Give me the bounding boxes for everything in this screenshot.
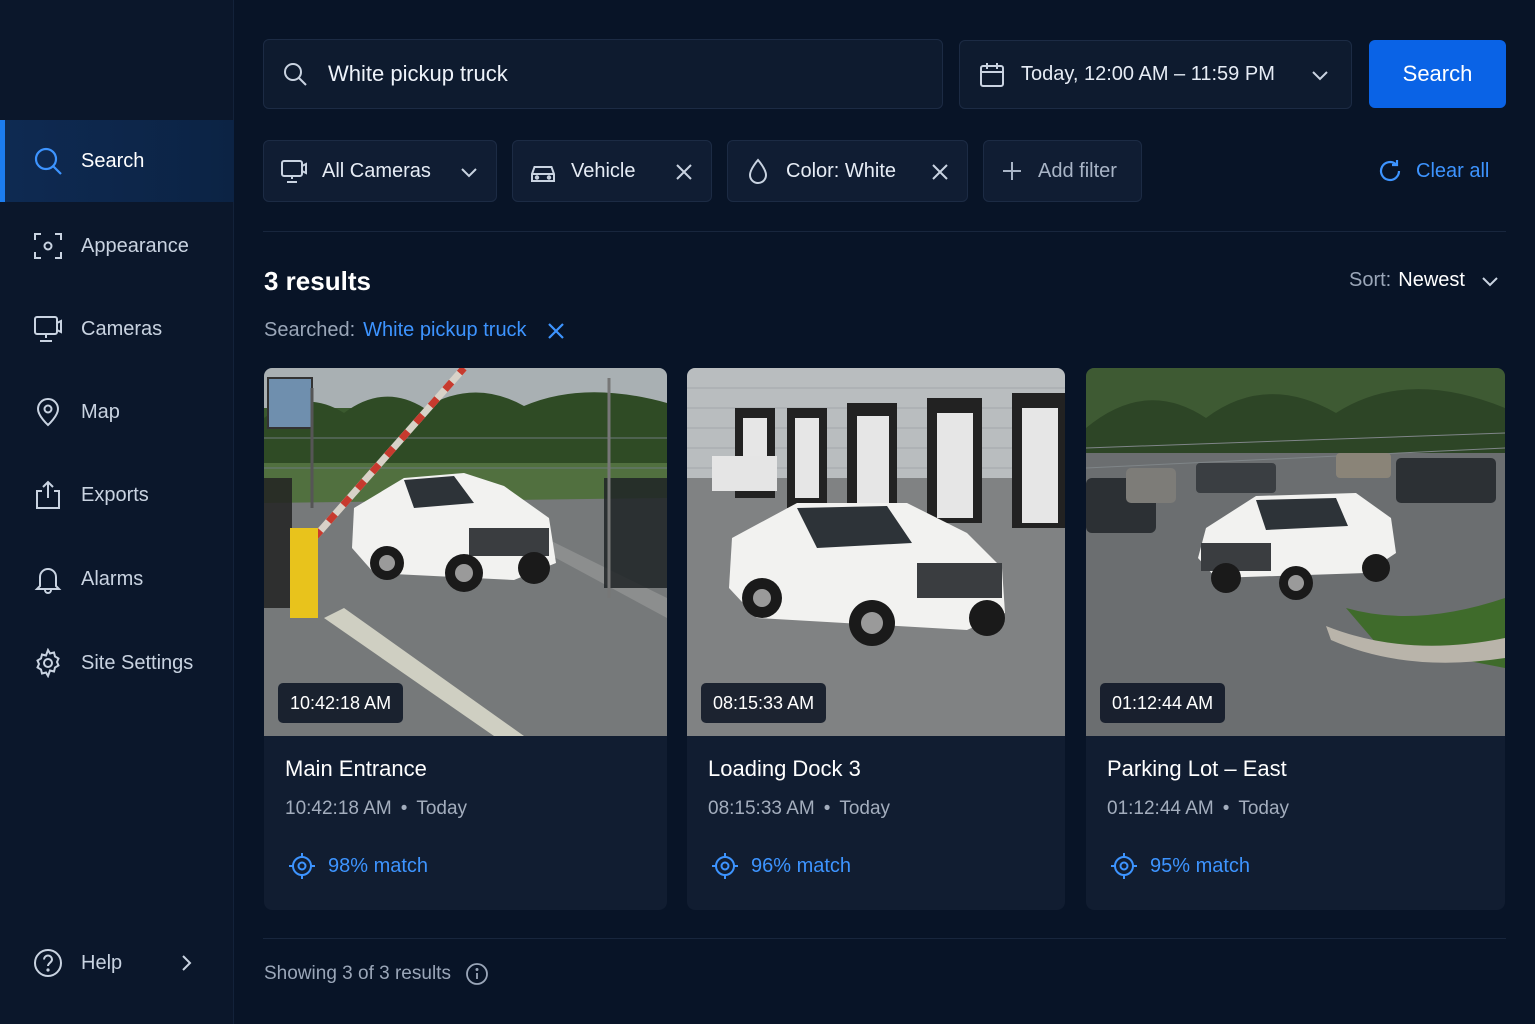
- target-icon: [289, 853, 315, 879]
- close-icon[interactable]: [545, 320, 567, 342]
- timestamp-badge: 10:42:18 AM: [278, 683, 404, 723]
- cameras-filter-dropdown[interactable]: All Cameras: [263, 140, 497, 202]
- bell-icon: [32, 563, 64, 595]
- sidebar-item-site-settings[interactable]: Site Settings: [0, 622, 234, 704]
- clear-all-button[interactable]: Clear all: [1376, 155, 1489, 187]
- calendar-icon: [980, 62, 1004, 87]
- separator-dot: •: [823, 798, 831, 819]
- result-card[interactable]: 10:42:18 AM Main Entrance 10:42:18 AM • To…: [264, 368, 667, 910]
- sidebar-item-label: Alarms: [81, 567, 144, 590]
- results-footer: Showing 3 of 3 results: [264, 962, 489, 986]
- match-label: 96% match: [751, 854, 852, 877]
- result-day: Today: [839, 798, 891, 819]
- separator-dot: •: [400, 798, 408, 819]
- help-icon: [32, 947, 64, 979]
- add-filter-label: Add filter: [1038, 159, 1117, 182]
- result-time: 10:42:18 AM: [285, 798, 392, 819]
- result-card[interactable]: 08:15:33 AM Loading Dock 3 08:15:33 AM • T…: [687, 368, 1065, 910]
- date-range-label: Today, 12:00 AM – 11:59 PM: [1021, 63, 1275, 85]
- plus-icon: [1003, 162, 1021, 180]
- result-thumbnail[interactable]: 08:15:33 AM: [687, 368, 1065, 736]
- match-score: 95% match: [1110, 852, 1250, 880]
- export-icon: [32, 479, 64, 511]
- sidebar-item-alarms[interactable]: Alarms: [0, 538, 234, 620]
- sort-dropdown[interactable]: Sort: Newest: [1349, 269, 1501, 292]
- sidebar-item-label: Exports: [81, 483, 149, 506]
- close-icon[interactable]: [929, 161, 951, 183]
- result-camera-name: Parking Lot – East: [1107, 756, 1287, 781]
- timestamp-badge: 01:12:44 AM: [1100, 683, 1226, 723]
- clear-all-label: Clear all: [1416, 159, 1490, 182]
- searched-query[interactable]: White pickup truck: [363, 319, 526, 342]
- camera-icon: [32, 313, 64, 345]
- target-icon: [712, 853, 738, 879]
- vehicle-filter-chip[interactable]: Vehicle: [512, 140, 712, 202]
- search-icon: [284, 63, 307, 86]
- sidebar-item-label: Help: [81, 951, 123, 974]
- chevron-right-icon: [182, 955, 192, 971]
- car-icon: [531, 166, 555, 182]
- sidebar-item-appearance[interactable]: Appearance: [0, 205, 234, 287]
- chevron-down-icon: [1482, 276, 1498, 286]
- searched-query-row: Searched: White pickup truck: [264, 319, 567, 342]
- result-time: 08:15:33 AM: [708, 798, 815, 819]
- close-icon[interactable]: [673, 161, 695, 183]
- gear-icon: [32, 647, 64, 679]
- map-pin-icon: [32, 396, 64, 428]
- match-score: 98% match: [288, 852, 428, 880]
- appearance-icon: [32, 230, 64, 262]
- match-label: 98% match: [328, 854, 429, 877]
- timestamp-badge: 08:15:33 AM: [701, 683, 827, 723]
- divider: [263, 938, 1506, 939]
- chevron-down-icon: [461, 168, 477, 178]
- search-button[interactable]: Search: [1369, 40, 1506, 108]
- sidebar-item-label: Appearance: [81, 234, 189, 257]
- sidebar-item-exports[interactable]: Exports: [0, 454, 234, 536]
- sort-value: Newest: [1398, 269, 1465, 291]
- sidebar-item-cameras[interactable]: Cameras: [0, 288, 234, 370]
- divider: [263, 231, 1506, 232]
- target-icon: [1111, 853, 1137, 879]
- result-thumbnail[interactable]: 10:42:18 AM: [264, 368, 667, 736]
- result-day: Today: [416, 798, 468, 819]
- cameras-filter-label: All Cameras: [322, 159, 431, 182]
- result-camera-name: Main Entrance: [285, 756, 427, 781]
- color-filter-chip[interactable]: Color: White: [727, 140, 968, 202]
- droplet-icon: [748, 158, 768, 184]
- refresh-icon: [1379, 160, 1401, 182]
- result-timestamp: 10:42:18 AM • Today: [285, 798, 467, 820]
- result-card[interactable]: 01:12:44 AM Parking Lot – East 01:12:44 …: [1086, 368, 1505, 910]
- result-timestamp: 01:12:44 AM • Today: [1107, 798, 1289, 820]
- sidebar-item-help[interactable]: Help: [0, 930, 234, 996]
- result-time: 01:12:44 AM: [1107, 798, 1214, 819]
- result-day: Today: [1238, 798, 1290, 819]
- search-field[interactable]: [263, 39, 943, 109]
- sidebar-item-label: Search: [81, 149, 145, 172]
- sidebar-item-label: Map: [81, 400, 120, 423]
- result-camera-name: Loading Dock 3: [708, 756, 861, 781]
- separator-dot: •: [1222, 798, 1230, 819]
- info-icon[interactable]: [465, 962, 489, 986]
- sidebar-item-search[interactable]: Search: [0, 120, 234, 202]
- sidebar: Search Appearance Cameras Map Exports Al…: [0, 0, 234, 1024]
- results-summary: Showing 3 of 3 results: [264, 963, 451, 984]
- sidebar-item-label: Cameras: [81, 317, 163, 340]
- date-range-select[interactable]: Today, 12:00 AM – 11:59 PM: [959, 40, 1352, 109]
- search-input[interactable]: [328, 61, 888, 87]
- sidebar-item-map[interactable]: Map: [0, 371, 234, 453]
- camera-icon: [281, 160, 307, 183]
- match-score: 96% match: [711, 852, 851, 880]
- searched-label: Searched:: [264, 319, 356, 341]
- sort-label: Sort:: [1349, 269, 1392, 291]
- sidebar-item-label: Site Settings: [81, 651, 194, 674]
- result-timestamp: 08:15:33 AM • Today: [708, 798, 890, 820]
- vehicle-filter-label: Vehicle: [571, 159, 636, 182]
- color-filter-label: Color: White: [786, 159, 897, 182]
- chevron-down-icon: [1312, 71, 1328, 81]
- match-label: 95% match: [1150, 854, 1251, 877]
- search-icon: [32, 145, 64, 177]
- add-filter-button[interactable]: Add filter: [983, 140, 1142, 202]
- results-count: 3 results: [264, 266, 371, 296]
- result-thumbnail[interactable]: 01:12:44 AM: [1086, 368, 1505, 736]
